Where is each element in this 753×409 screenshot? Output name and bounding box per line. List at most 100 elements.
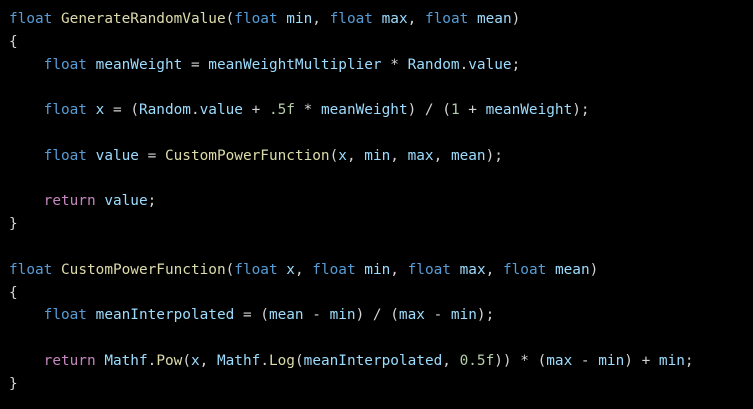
punctuation-token <box>356 262 365 278</box>
code-line: float GenerateRandomValue(float min, flo… <box>9 8 753 31</box>
identifier-token: meanWeight <box>485 102 573 119</box>
punctuation-token: ) / ( <box>355 307 399 324</box>
punctuation-token: ) <box>589 261 599 278</box>
punctuation-token: . <box>459 56 469 73</box>
punctuation-token <box>96 193 105 209</box>
identifier-token: Random <box>407 56 460 73</box>
punctuation-token: ) + <box>624 352 659 369</box>
punctuation-token <box>451 262 460 278</box>
punctuation-token: = ( <box>234 307 269 324</box>
identifier-token: max <box>398 307 425 324</box>
punctuation-token: + <box>459 102 486 119</box>
punctuation-token: ); <box>476 307 495 324</box>
punctuation-token: . <box>260 352 269 369</box>
punctuation-token: ) <box>511 11 521 27</box>
punctuation-token: , <box>407 11 425 27</box>
identifier-token: meanWeightMultiplier <box>208 56 382 73</box>
code-line: } <box>9 373 753 396</box>
identifier-token: Random <box>138 102 191 119</box>
punctuation-token <box>9 353 44 369</box>
punctuation-token <box>546 262 555 278</box>
code-line: float x = (Random.value + .5f * meanWeig… <box>9 99 753 122</box>
code-line: { <box>9 282 753 305</box>
punctuation-token <box>373 11 382 27</box>
identifier-token: min <box>658 352 685 369</box>
identifier-token: x <box>190 352 200 369</box>
punctuation-token: ); <box>572 102 590 119</box>
identifier-token: Mathf <box>104 352 148 369</box>
punctuation-token: , <box>346 147 365 164</box>
keyword-token: float <box>407 261 451 278</box>
number-token: .5f <box>268 102 295 119</box>
punctuation-token: = <box>138 147 165 164</box>
punctuation-token: , <box>442 352 460 369</box>
code-line: { <box>9 31 753 54</box>
identifier-token: meanInterpolated <box>95 307 235 324</box>
identifier-token: value <box>199 102 243 119</box>
punctuation-token <box>87 102 96 118</box>
identifier-token: x <box>286 261 295 278</box>
identifier-token: value <box>104 193 148 210</box>
identifier-token: max <box>407 147 434 164</box>
keyword-token: float <box>43 102 87 119</box>
identifier-token: min <box>364 261 391 278</box>
punctuation-token: * <box>294 102 321 119</box>
keyword-token: float <box>502 261 547 278</box>
punctuation-token: + <box>242 102 269 119</box>
identifier-token: min <box>286 11 313 27</box>
identifier-token: meanInterpolated <box>303 352 443 369</box>
punctuation-token: = ( <box>104 102 139 119</box>
identifier-token: x <box>338 147 347 164</box>
punctuation-token: ; <box>511 56 521 73</box>
identifier-token: min <box>450 307 477 324</box>
punctuation-token: - <box>572 352 599 369</box>
identifier-token: Mathf <box>216 352 261 369</box>
keyword-token: float <box>43 307 87 324</box>
identifier-token: value <box>468 56 512 73</box>
code-line: return Mathf.Pow(x, Mathf.Log(meanInterp… <box>9 350 753 373</box>
identifier-token: meanWeight <box>95 56 183 73</box>
code-view: float GenerateRandomValue(float min, flo… <box>9 8 753 396</box>
function-token: CustomPowerFunction <box>61 261 226 278</box>
identifier-token: mean <box>554 261 590 278</box>
punctuation-token: ; <box>684 352 694 369</box>
control-keyword-token: return <box>43 352 96 369</box>
punctuation-token: ); <box>485 147 503 164</box>
punctuation-token <box>87 57 96 73</box>
punctuation-token: ) / ( <box>407 102 451 119</box>
identifier-token: max <box>381 11 408 27</box>
punctuation-token: { <box>9 33 18 50</box>
punctuation-token <box>278 262 287 278</box>
function-token: GenerateRandomValue <box>61 11 226 27</box>
identifier-token: mean <box>450 147 486 164</box>
keyword-token: float <box>329 11 373 27</box>
punctuation-token: , <box>312 11 330 27</box>
punctuation-token <box>52 11 61 27</box>
punctuation-token <box>87 148 96 164</box>
punctuation-token: , <box>294 261 313 278</box>
punctuation-token: ( <box>225 261 235 278</box>
punctuation-token <box>9 102 44 118</box>
keyword-token: float <box>312 261 356 278</box>
punctuation-token: . <box>190 102 200 119</box>
function-token: Pow <box>156 352 183 369</box>
punctuation-token: , <box>390 147 408 164</box>
keyword-token: float <box>43 147 87 164</box>
keyword-token: float <box>424 11 469 27</box>
punctuation-token: * <box>381 56 408 73</box>
keyword-token: float <box>43 56 87 73</box>
keyword-token: float <box>234 261 278 278</box>
code-line: float meanInterpolated = (mean - min) / … <box>9 304 753 327</box>
punctuation-token: , <box>390 261 408 278</box>
code-line: float value = CustomPowerFunction(x, min… <box>9 145 753 168</box>
punctuation-token <box>9 148 44 164</box>
code-line: } <box>9 213 753 236</box>
identifier-token: meanWeight <box>320 102 408 119</box>
punctuation-token: ( <box>182 352 191 369</box>
control-keyword-token: return <box>43 193 96 210</box>
code-editor[interactable]: float GenerateRandomValue(float min, flo… <box>0 0 753 409</box>
